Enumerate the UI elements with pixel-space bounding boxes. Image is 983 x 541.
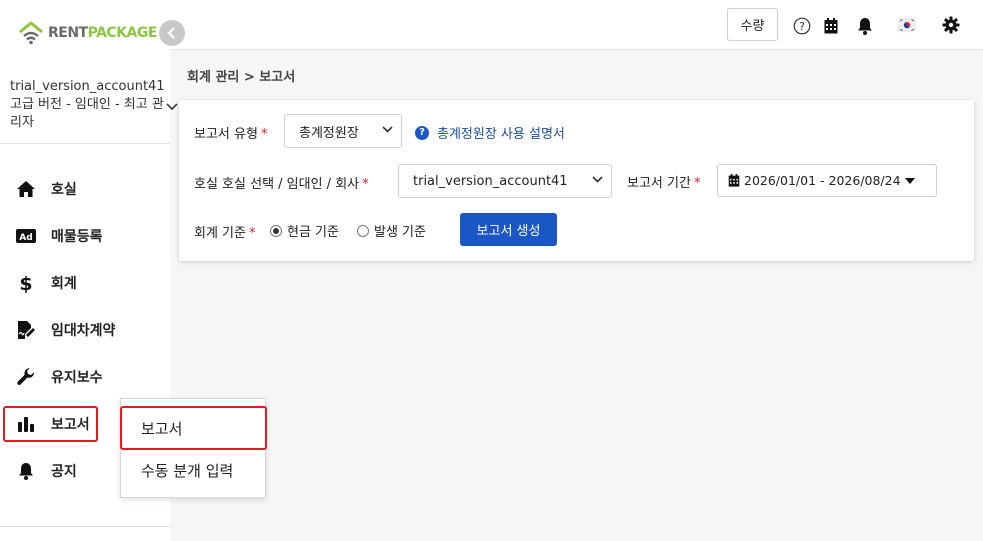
ad-icon: Ad: [15, 226, 37, 246]
submenu-item-reports[interactable]: 보고서: [120, 406, 267, 450]
dollar-icon: $: [15, 273, 37, 293]
chevron-down-icon: [592, 175, 603, 186]
sidebar-item-lease[interactable]: 임대차계약: [3, 312, 167, 348]
report-period-picker[interactable]: 2026/01/01 - 2026/08/24: [717, 164, 937, 197]
chevron-down-icon: [166, 98, 178, 116]
report-type-select[interactable]: 총계정원장: [284, 114, 402, 148]
sidebar-item-label: 유지보수: [51, 370, 103, 386]
unit-select-label: 호실 호실 선택 / 임대인 / 회사 *: [194, 177, 369, 192]
sidebar-item-listing[interactable]: Ad 매물등록: [3, 218, 167, 254]
general-ledger-guide-link[interactable]: ? 총계정원장 사용 설명서: [415, 123, 565, 142]
sidebar-item-label: 임대차계약: [51, 323, 116, 339]
radio-cash-basis[interactable]: [270, 224, 282, 237]
sidebar-item-maintenance[interactable]: 유지보수: [3, 359, 167, 395]
bell-icon: [15, 461, 37, 481]
sidebar-item-label: 공지: [51, 464, 77, 480]
quantity-button[interactable]: 수량: [727, 8, 778, 41]
caret-down-icon: [904, 177, 915, 184]
logo-house-wifi-icon: [19, 21, 43, 45]
account-selector[interactable]: trial_version_account41 고급 버전 - 임대인 - 최고…: [10, 78, 178, 132]
notification-bell-icon[interactable]: [856, 17, 874, 35]
accrual-basis-option[interactable]: 발생 기준: [357, 221, 426, 240]
sidebar-item-label: 회계: [51, 276, 77, 292]
help-icon[interactable]: ?: [793, 17, 811, 35]
brand-name: RENTPACKAGE: [48, 25, 157, 41]
calendar-icon: [728, 174, 740, 187]
calendar-icon[interactable]: [822, 17, 840, 35]
report-period-label: 보고서 기간 *: [627, 176, 701, 191]
settings-gear-icon[interactable]: [942, 16, 960, 34]
korea-flag-icon[interactable]: [898, 16, 916, 34]
generate-report-button[interactable]: 보고서 생성: [460, 213, 557, 246]
sidebar-item-label: 호실: [51, 182, 77, 198]
sidebar-item-reports[interactable]: 보고서: [3, 406, 98, 442]
sidebar-item-accounting[interactable]: $ 회계: [3, 265, 167, 301]
svg-text:Ad: Ad: [19, 233, 32, 243]
sidebar-divider: [0, 143, 170, 144]
report-type-label: 보고서 유형 *: [194, 127, 268, 142]
svg-text:$: $: [19, 273, 32, 293]
svg-text:?: ?: [799, 20, 805, 33]
sidebar-divider: [0, 526, 170, 527]
sidebar-item-label: 보고서: [51, 417, 90, 433]
reports-submenu: 보고서 수동 분개 입력: [120, 398, 267, 498]
submenu-item-manual-journal[interactable]: 수동 분개 입력: [121, 448, 267, 492]
home-icon: [15, 179, 37, 199]
report-form-card: 보고서 유형 * 총계정원장 ? 총계정원장 사용 설명서 호실 호실 선택 / …: [179, 100, 974, 261]
brand-logo[interactable]: RENTPACKAGE: [18, 20, 157, 46]
sidebar-collapse-button[interactable]: [159, 20, 185, 46]
bar-chart-icon: [15, 414, 37, 434]
radio-accrual-basis[interactable]: [357, 224, 369, 237]
unit-select[interactable]: trial_version_account41: [398, 164, 612, 198]
sidebar-item-label: 매물등록: [51, 229, 103, 245]
wrench-icon: [15, 367, 37, 387]
sidebar-item-units[interactable]: 호실: [3, 171, 167, 207]
top-header: 수량 ?: [170, 0, 983, 50]
chevron-down-icon: [382, 125, 393, 136]
chevron-left-icon: [167, 27, 175, 39]
accounting-basis-label: 회계 기준 *: [194, 226, 256, 241]
breadcrumb: 회계 관리 > 보고서: [187, 70, 296, 85]
cash-basis-option[interactable]: 현금 기준: [270, 221, 339, 240]
account-name: trial_version_account41: [10, 79, 165, 94]
contract-sign-icon: [15, 320, 37, 340]
account-role: 고급 버전 - 임대인 - 최고 관리자: [10, 97, 164, 130]
question-circle-icon: ?: [415, 125, 429, 140]
